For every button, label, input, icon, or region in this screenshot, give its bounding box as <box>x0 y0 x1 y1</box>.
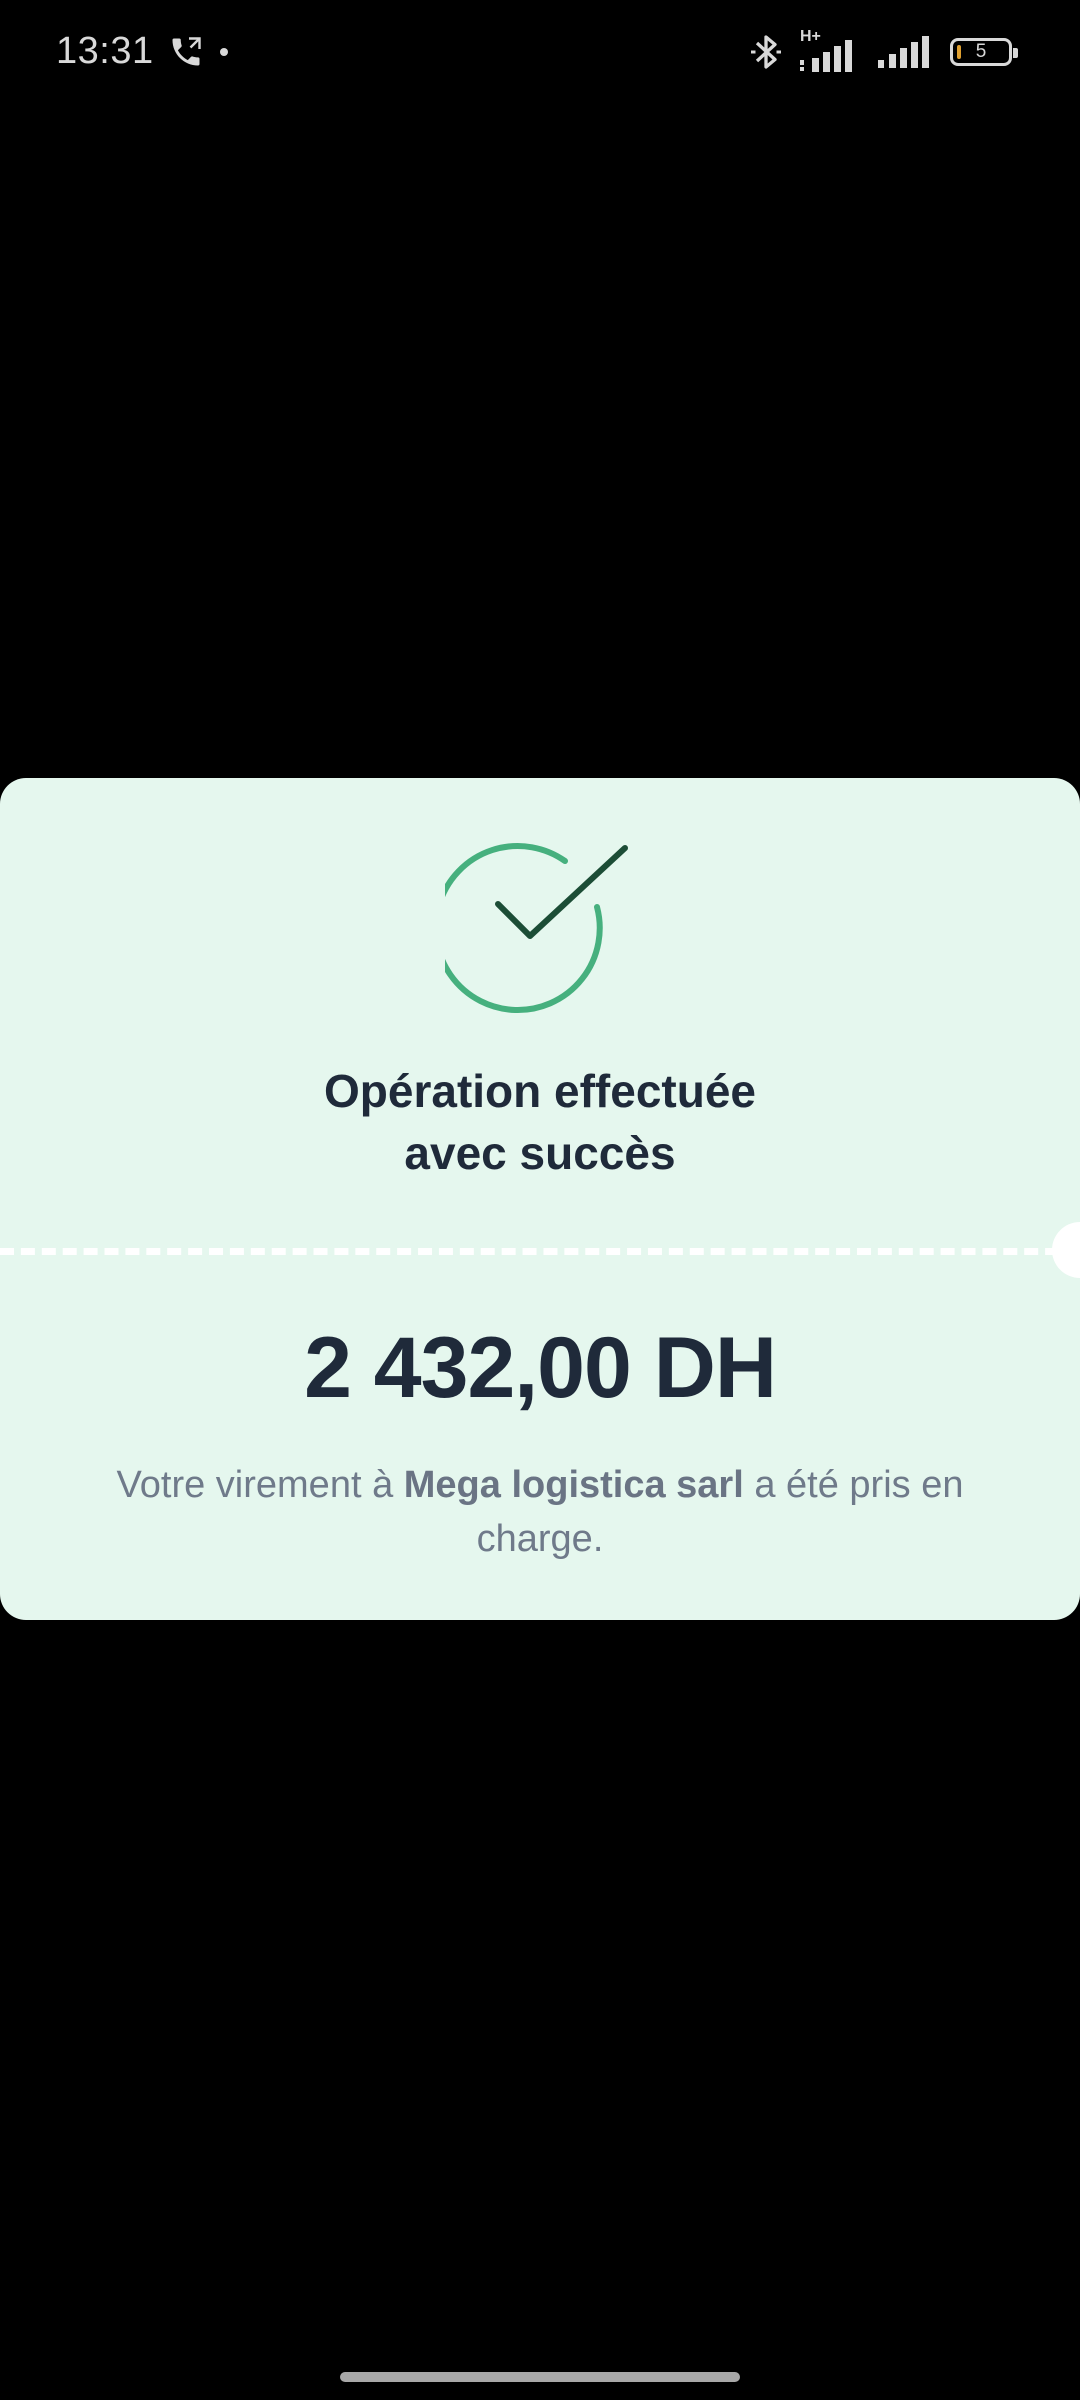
success-title-line2: avec succès <box>404 1127 676 1179</box>
success-title-line1: Opération effectuée <box>324 1065 756 1117</box>
check-circle-icon <box>445 843 628 1014</box>
signal-icon <box>800 40 852 72</box>
dashed-divider <box>0 1248 1080 1255</box>
ticket-notch <box>1052 1222 1080 1278</box>
recipient-name: Mega logistica sarl <box>403 1464 744 1506</box>
battery-level: 5 <box>975 41 987 62</box>
status-time: 13:31 <box>56 30 154 72</box>
bluetooth-icon <box>751 35 781 69</box>
phone-call-icon <box>172 37 201 66</box>
transfer-message: Votre virement à Mega logistica sarl a é… <box>90 1458 990 1566</box>
notification-dot-icon <box>220 48 228 56</box>
home-indicator[interactable] <box>340 2372 740 2382</box>
status-icons: H+ 5 <box>748 28 1018 74</box>
mobile-data-indicator: H+ <box>798 28 862 74</box>
success-card: Opération effectuée avec succès 2 432,00… <box>0 778 1080 1620</box>
success-title: Opération effectuée avec succès <box>0 1060 1080 1184</box>
screen: 13:31 H+ 5 Opération effectuée avec succ… <box>0 0 1080 2400</box>
status-bar: 13:31 H+ 5 <box>0 0 1080 104</box>
transfer-amount: 2 432,00 DH <box>304 1320 777 1416</box>
message-prefix: Votre virement à <box>116 1464 404 1506</box>
signal-icon <box>878 36 929 68</box>
battery-icon: 5 <box>950 38 1018 66</box>
